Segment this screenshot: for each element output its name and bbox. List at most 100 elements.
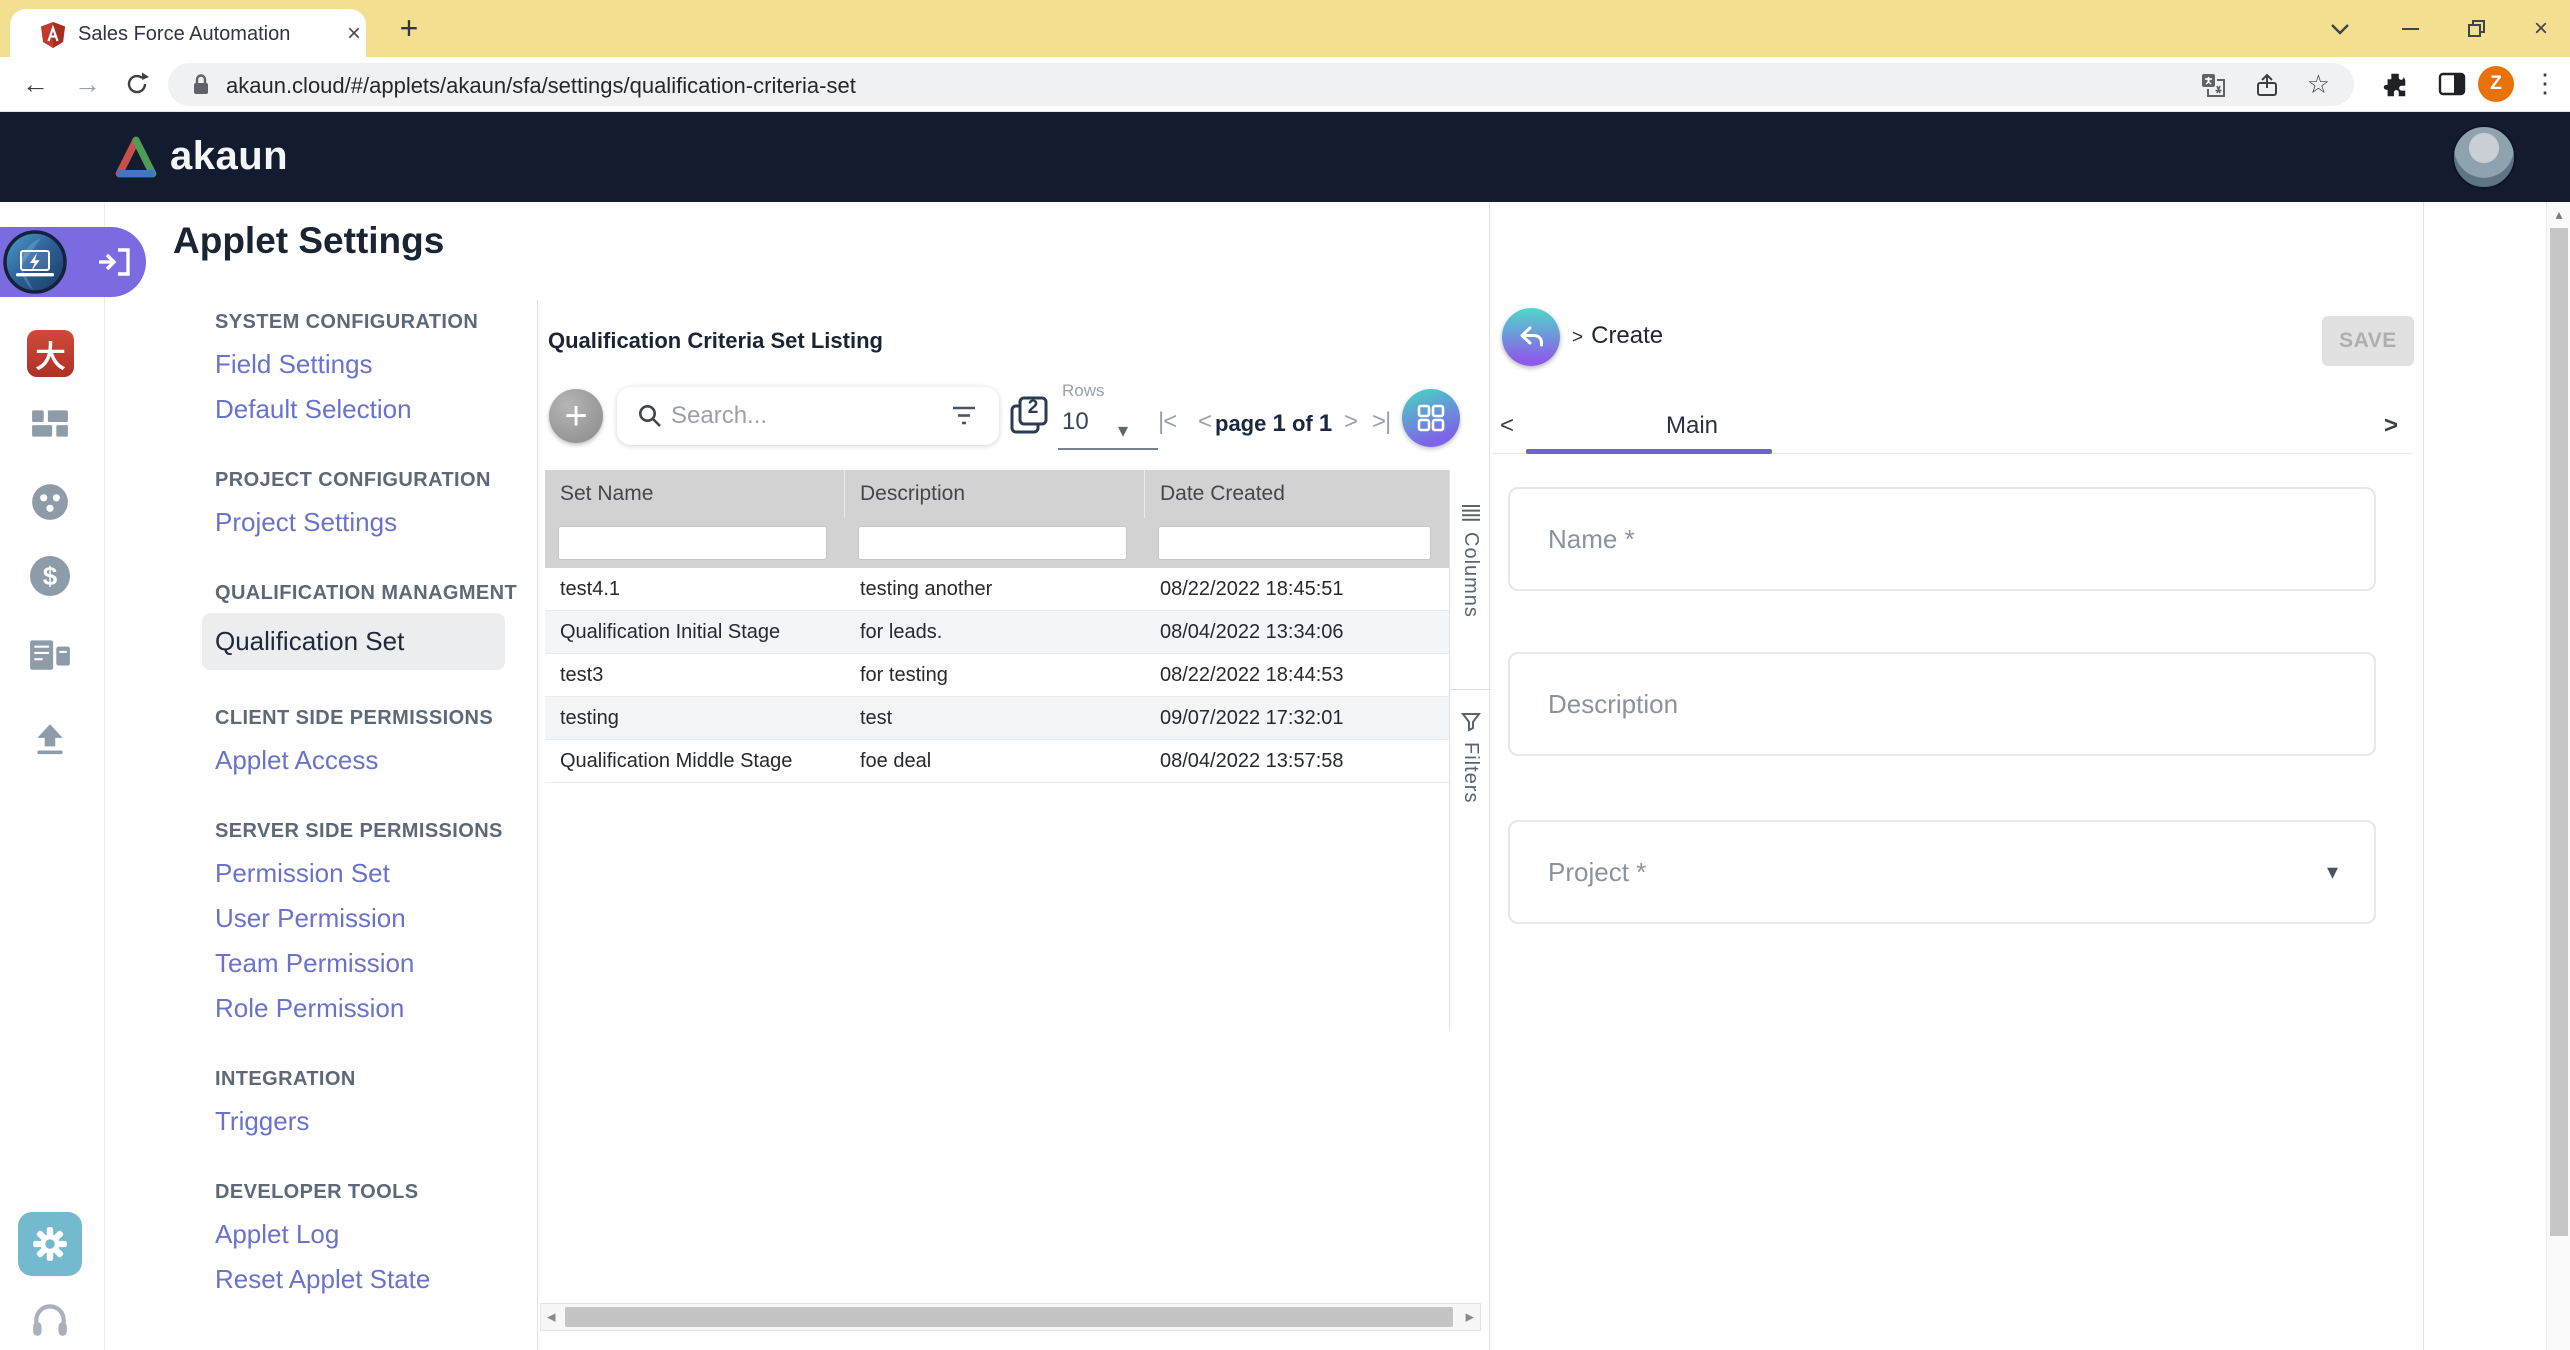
- close-window-button[interactable]: ×: [2526, 14, 2556, 44]
- user-avatar[interactable]: [2452, 125, 2516, 189]
- settings-gear-button[interactable]: [18, 1212, 82, 1276]
- browser-menu-kebab-icon[interactable]: ⋮: [2530, 68, 2560, 99]
- last-page-button[interactable]: >|: [1372, 408, 1390, 436]
- nav-section-server-side-permissions: SERVER SIDE PERMISSIONS Permission Set U…: [105, 811, 537, 1031]
- new-tab-button[interactable]: +: [392, 10, 426, 47]
- table-row[interactable]: testing test 09/07/2022 17:32:01: [545, 697, 1449, 740]
- nav-item-applet-access[interactable]: Applet Access: [105, 738, 537, 783]
- column-header-description[interactable]: Description: [845, 470, 1145, 518]
- page-title: Applet Settings: [173, 220, 444, 262]
- layers-2-icon[interactable]: 2: [1008, 394, 1052, 438]
- nav-item-project-settings[interactable]: Project Settings: [105, 500, 537, 545]
- tabs-scroll-left-icon[interactable]: <: [1500, 412, 1514, 440]
- nav-section-client-side-permissions: CLIENT SIDE PERMISSIONS Applet Access: [105, 698, 537, 783]
- cell-set-name: test4.1: [545, 578, 845, 601]
- column-filter-input[interactable]: [1158, 526, 1431, 560]
- prev-page-button[interactable]: <: [1198, 408, 1211, 436]
- column-filter-input[interactable]: [558, 526, 827, 560]
- brand-name: akaun: [170, 134, 288, 179]
- nav-section-header: DEVELOPER TOOLS: [105, 1172, 537, 1212]
- dashboard-icon[interactable]: [30, 408, 70, 443]
- filters-tab[interactable]: Filters: [1450, 698, 1491, 898]
- table-filter-row: [545, 518, 1449, 568]
- url-bar[interactable]: akaun.cloud/#/applets/akaun/sfa/settings…: [168, 63, 2354, 106]
- nav-item-field-settings[interactable]: Field Settings: [105, 342, 537, 387]
- page-total: 1: [1319, 410, 1332, 437]
- url-text: akaun.cloud/#/applets/akaun/sfa/settings…: [226, 73, 856, 99]
- columns-tab[interactable]: Columns: [1450, 490, 1491, 690]
- cell-date-created: 08/04/2022 13:34:06: [1145, 621, 1449, 644]
- nav-item-applet-log[interactable]: Applet Log: [105, 1212, 537, 1257]
- share-icon[interactable]: [2254, 72, 2280, 103]
- page-vertical-scrollbar[interactable]: ▴: [2546, 202, 2570, 1350]
- tab-title: Sales Force Automation: [78, 23, 290, 46]
- description-field[interactable]: Description: [1508, 652, 2376, 756]
- rows-caret-icon[interactable]: ▾: [1118, 418, 1128, 443]
- nav-item-permission-set[interactable]: Permission Set: [105, 851, 537, 896]
- nav-item-role-permission[interactable]: Role Permission: [105, 986, 537, 1031]
- library-icon[interactable]: [28, 636, 72, 677]
- minimize-button[interactable]: [2395, 14, 2425, 44]
- column-header-set-name[interactable]: Set Name: [545, 470, 845, 518]
- scrollbar-thumb[interactable]: [565, 1307, 1453, 1327]
- nav-item-qualification-set[interactable]: Qualification Set: [202, 613, 505, 670]
- back-button[interactable]: [1502, 308, 1560, 366]
- name-field[interactable]: Name *: [1508, 487, 2376, 591]
- table-row[interactable]: Qualification Initial Stage for leads. 0…: [545, 611, 1449, 654]
- table-horizontal-scrollbar[interactable]: ◂ ▸: [540, 1303, 1481, 1331]
- next-page-button[interactable]: >: [1344, 408, 1357, 436]
- restore-button[interactable]: [2462, 14, 2492, 44]
- tab-main[interactable]: Main: [1612, 412, 1772, 440]
- search-icon: [637, 403, 663, 434]
- nav-section-header: QUALIFICATION MANAGMENT: [105, 573, 537, 613]
- search-input[interactable]: [671, 399, 921, 433]
- nav-item-team-permission[interactable]: Team Permission: [105, 941, 537, 986]
- columns-tab-label: Columns: [1459, 532, 1482, 618]
- browser-profile-avatar[interactable]: Z: [2478, 66, 2514, 102]
- detail-tab-bar: < Main >: [1492, 398, 2412, 454]
- nav-section-integration: INTEGRATION Triggers: [105, 1059, 537, 1144]
- nav-item-reset-applet-state[interactable]: Reset Applet State: [105, 1257, 537, 1302]
- extensions-puzzle-icon[interactable]: [2382, 70, 2410, 103]
- browser-tab-strip: Sales Force Automation × + ×: [0, 0, 2570, 57]
- rows-per-page-value[interactable]: 10: [1062, 408, 1089, 436]
- table-row[interactable]: test3 for testing 08/22/2022 18:44:53: [545, 654, 1449, 697]
- cell-date-created: 09/07/2022 17:32:01: [1145, 707, 1449, 730]
- grid-view-button[interactable]: [1402, 389, 1460, 447]
- upload-icon[interactable]: [30, 722, 70, 763]
- nav-item-default-selection[interactable]: Default Selection: [105, 387, 537, 432]
- table-row[interactable]: Qualification Middle Stage foe deal 08/0…: [545, 740, 1449, 783]
- tab-search-chevron-icon[interactable]: [2325, 14, 2355, 44]
- project-select-field[interactable]: Project * ▾: [1508, 820, 2376, 924]
- tabs-scroll-right-icon[interactable]: >: [2384, 412, 2398, 440]
- headset-icon[interactable]: [30, 1300, 70, 1343]
- nav-item-user-permission[interactable]: User Permission: [105, 896, 537, 941]
- column-header-date-created[interactable]: Date Created: [1145, 482, 1449, 506]
- group-circle-icon[interactable]: [30, 482, 70, 527]
- save-button[interactable]: SAVE: [2322, 316, 2414, 366]
- nav-section-project-configuration: PROJECT CONFIGURATION Project Settings: [105, 460, 537, 545]
- browser-tab[interactable]: Sales Force Automation ×: [10, 9, 366, 57]
- add-record-button[interactable]: +: [549, 389, 603, 443]
- red-app-icon[interactable]: 大: [27, 330, 74, 377]
- scroll-up-arrow-icon[interactable]: ▴: [2547, 206, 2570, 223]
- nav-item-triggers[interactable]: Triggers: [105, 1099, 537, 1144]
- scroll-right-arrow-icon[interactable]: ▸: [1465, 1307, 1474, 1327]
- translate-icon[interactable]: [2200, 72, 2226, 103]
- bookmark-star-icon[interactable]: ☆: [2307, 69, 2330, 100]
- active-applet-pill[interactable]: [0, 227, 146, 297]
- scrollbar-thumb[interactable]: [2550, 228, 2568, 1236]
- page-body: Applet Settings $: [0, 202, 2570, 1350]
- scroll-left-arrow-icon[interactable]: ◂: [547, 1307, 556, 1327]
- reload-button[interactable]: [124, 71, 150, 104]
- finance-dollar-icon[interactable]: $: [30, 556, 70, 596]
- tab-close-icon[interactable]: ×: [340, 20, 368, 48]
- first-page-button[interactable]: |<: [1158, 408, 1176, 436]
- side-panel-icon[interactable]: [2438, 70, 2466, 103]
- browser-back-button[interactable]: ←: [22, 69, 49, 100]
- table-row[interactable]: test4.1 testing another 08/22/2022 18:45…: [545, 568, 1449, 611]
- browser-forward-button[interactable]: →: [74, 69, 101, 100]
- column-filter-input[interactable]: [858, 526, 1127, 560]
- filter-lines-icon[interactable]: [951, 405, 977, 432]
- project-field-label: Project *: [1548, 857, 1646, 888]
